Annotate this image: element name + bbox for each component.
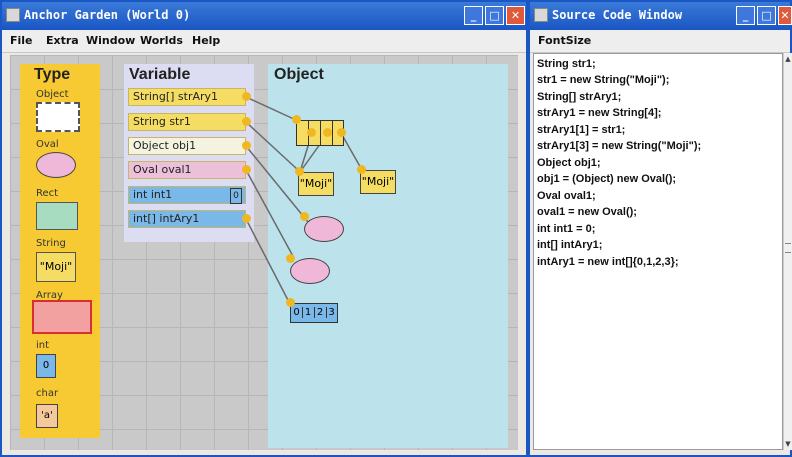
scroll-thumb-grip[interactable] [785,243,791,253]
close-button[interactable]: ✕ [778,6,792,25]
code-line: strAry1[1] = str1; [537,124,626,136]
anchor-dot[interactable] [357,165,366,174]
source-window-title: Source Code Window [552,8,683,22]
code-line: Object obj1; [537,157,601,169]
code-line: int[] intAry1; [537,239,603,251]
vertical-scrollbar[interactable]: ▲ ▼ [783,53,792,450]
anchor-dot[interactable] [337,128,346,137]
anchor-dot[interactable] [292,115,301,124]
anchor-dot[interactable] [286,298,295,307]
menu-fontsize[interactable]: FontSize [538,34,591,47]
scroll-down-arrow[interactable]: ▼ [784,440,792,448]
string-object-moji-1[interactable]: "Moji" [298,172,334,196]
anchor-dot[interactable] [286,254,295,263]
string-object-moji-2[interactable]: "Moji" [360,170,396,194]
scroll-up-arrow[interactable]: ▲ [784,55,792,63]
int-array-object[interactable]: 0 1 2 3 [290,303,338,323]
code-line: String[] strAry1; [537,91,622,103]
anchor-dot[interactable] [242,92,251,101]
anchor-dot[interactable] [300,212,309,221]
minimize-button[interactable]: _ [736,6,755,25]
array-cell-divider [320,121,321,145]
array-cell-divider [332,121,333,145]
code-line: strAry1 = new String[4]; [537,107,662,119]
int-array-cell: 3 [328,307,335,318]
java-app-icon [534,8,548,22]
code-line: str1 = new String("Moji"); [537,74,670,86]
code-line: intAry1 = new int[]{0,1,2,3}; [537,256,679,268]
source-menubar: FontSize [530,30,790,53]
code-line: oval1 = new Oval(); [537,206,637,218]
anchor-dot[interactable] [242,214,251,223]
anchor-dot[interactable] [242,141,251,150]
code-line: int int1 = 0; [537,223,596,235]
oval-object-2[interactable] [290,258,330,284]
maximize-button[interactable]: □ [757,6,776,25]
code-line: Oval oval1; [537,190,596,202]
anchor-dot[interactable] [242,165,251,174]
anchor-dot[interactable] [323,128,332,137]
source-code-text[interactable]: String str1; str1 = new String("Moji"); … [533,53,783,450]
anchor-dot[interactable] [242,117,251,126]
oval-object-1[interactable] [304,216,344,242]
anchor-dot[interactable] [295,167,304,176]
source-titlebar[interactable]: Source Code Window _ □ ✕ [530,2,792,30]
code-line: String str1; [537,58,596,70]
code-line: obj1 = (Object) new Oval(); [537,173,677,185]
code-line: strAry1[3] = new String("Moji"); [537,140,702,152]
anchor-dot[interactable] [307,128,316,137]
